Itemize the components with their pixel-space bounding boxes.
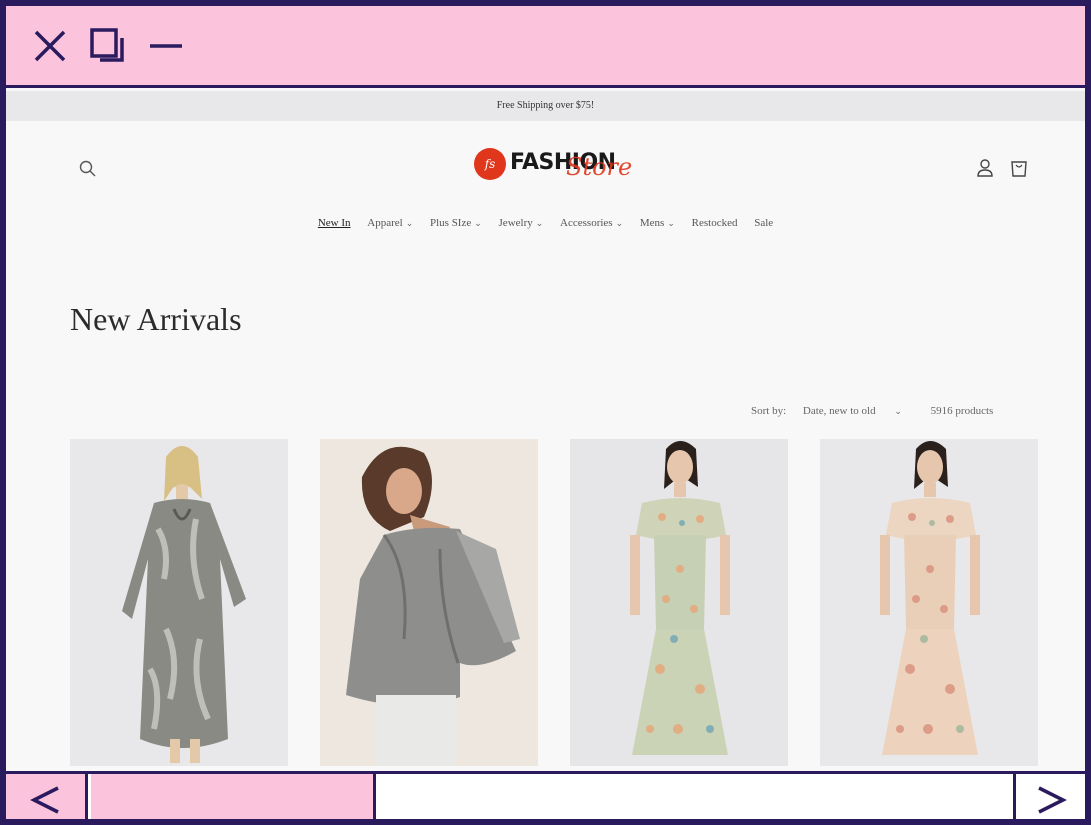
account-icon[interactable] [974,157,996,179]
promo-banner: Free Shipping over $75! [6,91,1085,121]
product-image [820,439,1038,766]
sort-label: Sort by: [751,405,787,417]
chevron-down-icon[interactable]: ⌄ [894,406,902,417]
cart-icon[interactable] [1008,157,1030,179]
product-card[interactable] [570,439,788,766]
active-tab[interactable] [91,774,376,819]
nav-item-mens[interactable]: Mens ⌄ [640,217,675,229]
chevron-down-icon: ⌄ [474,218,482,228]
product-image [320,439,538,766]
product-card[interactable] [820,439,1038,766]
nav-item-accessories[interactable]: Accessories ⌄ [560,217,623,229]
logo-badge: fs [474,148,506,180]
chevron-down-icon: ⌄ [535,218,544,228]
sort-select[interactable]: Date, new to old [803,405,876,417]
promo-text: Free Shipping over $75! [496,100,595,111]
forward-button[interactable] [1013,774,1085,819]
chevron-right-icon [1037,785,1067,814]
product-image [70,439,288,766]
bottom-bar [6,771,1085,819]
page-title: New Arrivals [70,301,242,337]
store-page: fs FASHION Store New In Apparel ⌄ Plus SI… [6,121,1085,771]
sort-bar: Sort by: Date, new to old ⌄ 5916 product… [751,405,993,417]
product-card[interactable] [320,439,538,766]
nav-item-apparel[interactable]: Apparel ⌄ [367,217,413,229]
back-button[interactable] [6,774,88,819]
logo-script: Store [566,153,633,181]
search-icon[interactable] [78,159,98,179]
product-card[interactable] [70,439,288,766]
chevron-left-icon [29,785,59,814]
product-count: 5916 products [930,405,994,417]
minimize-icon[interactable] [146,26,186,66]
chevron-down-icon: ⌄ [405,218,414,228]
chevron-down-icon: ⌄ [667,218,675,228]
product-grid [70,439,1040,771]
nav-item-plus-size[interactable]: Plus SIze ⌄ [430,217,482,229]
nav-item-new-in[interactable]: New In [318,217,351,229]
nav-item-restocked[interactable]: Restocked [692,217,738,229]
browser-window: Free Shipping over $75! fs FASHION Store… [3,3,1088,822]
nav-item-jewelry[interactable]: Jewelry ⌄ [499,217,544,229]
store-logo[interactable]: fs FASHION Store [474,145,644,185]
close-icon[interactable] [30,26,70,66]
title-bar [6,6,1085,88]
product-image [570,439,788,766]
main-nav: New In Apparel ⌄ Plus SIze ⌄ Jewelry ⌄ Acce… [6,217,1085,229]
maximize-icon[interactable] [88,26,128,66]
chevron-down-icon: ⌄ [615,218,624,228]
nav-item-sale[interactable]: Sale [754,217,773,229]
